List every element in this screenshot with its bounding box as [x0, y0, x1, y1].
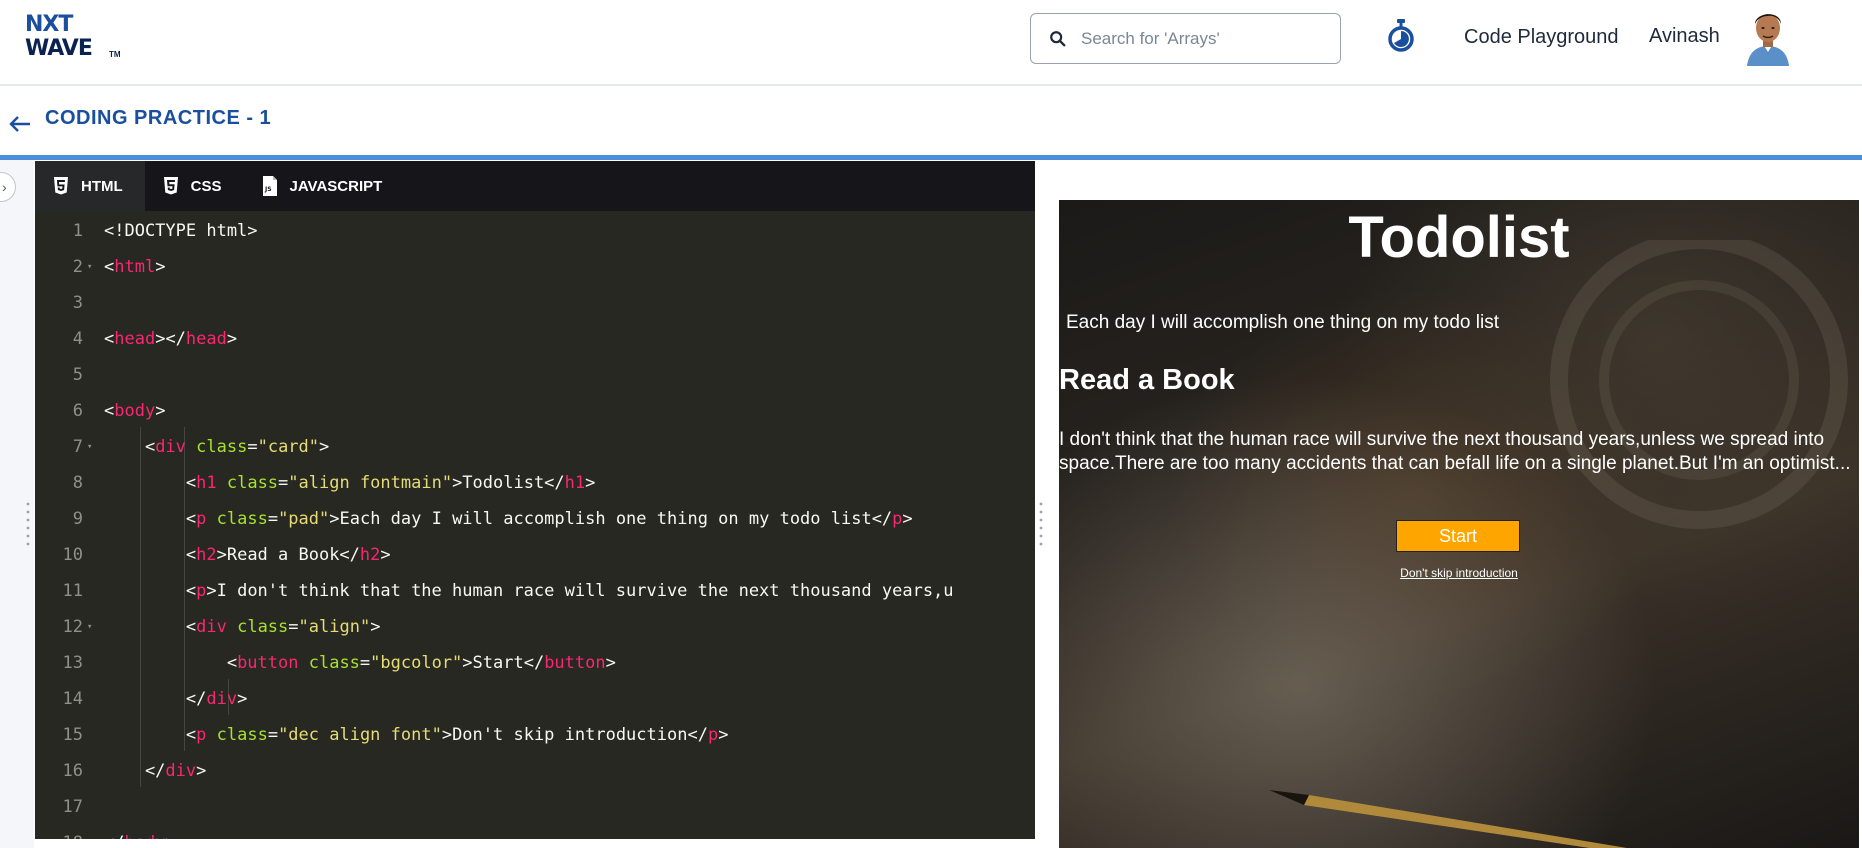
code-line[interactable]: 11 <p>I don't think that the human race … — [35, 573, 1035, 609]
code-text: <h2>Read a Book</h2> — [104, 545, 391, 565]
editor-preview-splitter[interactable] — [1039, 500, 1043, 550]
preview-subtitle: Each day I will accomplish one thing on … — [1066, 312, 1499, 333]
svg-text:JS: JS — [264, 186, 272, 193]
code-text: <p class="dec align font">Don't skip int… — [104, 725, 729, 745]
code-line[interactable]: 7 ▾ <div class="card"> — [35, 429, 1035, 465]
nxtwave-logo[interactable]: NXT WAVE TM — [25, 14, 125, 62]
html5-icon — [54, 177, 68, 195]
line-number: 4 — [72, 329, 83, 349]
logo-line-2: WAVE — [25, 36, 93, 61]
pencil-shape — [1269, 790, 1627, 848]
code-text: <p class="pad">Each day I will accomplis… — [104, 509, 913, 529]
code-line[interactable]: 6 <body> — [35, 393, 1035, 429]
chevron-right-icon: › — [2, 179, 7, 195]
logo-line-1: NXT — [25, 12, 73, 37]
editor-tabs: HTML CSS JS JAVASCRIPT — [35, 161, 1035, 211]
js-file-icon: JS — [262, 176, 277, 196]
line-number: 17 — [62, 797, 83, 817]
code-line[interactable]: 13 <button class="bgcolor">Start</button… — [35, 645, 1035, 681]
fold-caret-icon[interactable]: ▾ — [87, 249, 92, 285]
code-line[interactable]: 2 ▾ <html> — [35, 249, 1035, 285]
code-line[interactable]: 10 <h2>Read a Book</h2> — [35, 537, 1035, 573]
code-text: </div> — [104, 689, 248, 709]
tab-css[interactable]: CSS — [145, 161, 244, 211]
preview-title: Todolist — [1348, 205, 1570, 270]
progress-divider — [0, 155, 1862, 160]
code-line[interactable]: 8 <h1 class="align fontmain">Todolist</h… — [35, 465, 1035, 501]
code-line[interactable]: 3 — [35, 285, 1035, 321]
code-line[interactable]: 4 <head></head> — [35, 321, 1035, 357]
code-line[interactable]: 17 — [35, 789, 1035, 825]
line-number: 9 — [72, 509, 83, 529]
search-input[interactable] — [1079, 27, 1323, 50]
line-number: 16 — [62, 761, 83, 781]
line-number: 12 — [62, 617, 83, 637]
search-icon — [1050, 30, 1066, 46]
output-preview: Todolist Each day I will accomplish one … — [1059, 200, 1859, 848]
code-line[interactable]: 5 — [35, 357, 1035, 393]
username[interactable]: Avinash — [1649, 25, 1720, 48]
preview-paragraph: I don't think that the human race will s… — [1059, 429, 1851, 474]
line-number: 1 — [72, 221, 83, 241]
start-button[interactable]: Start — [1396, 520, 1520, 552]
code-text: <!DOCTYPE html> — [104, 221, 258, 241]
line-number: 8 — [72, 473, 83, 493]
code-text: <html> — [104, 257, 166, 277]
code-playground-link[interactable]: Code Playground — [1464, 26, 1619, 49]
code-area[interactable]: 1 <!DOCTYPE html> 2 ▾ <html> 3 4 <head></head> 5… — [35, 211, 1035, 839]
skip-introduction-link[interactable]: Don't skip introduction — [1059, 566, 1859, 580]
left-drag-handle[interactable] — [26, 500, 30, 550]
logo-trademark: TM — [109, 50, 121, 59]
tab-javascript-label: JAVASCRIPT — [289, 177, 383, 195]
code-line[interactable]: 16 </div> — [35, 753, 1035, 789]
line-number: 2 — [72, 257, 83, 277]
code-text: </div> — [104, 761, 207, 781]
top-navbar: NXT WAVE TM Code Playground Avinash — [0, 0, 1862, 86]
line-number: 13 — [62, 653, 83, 673]
code-text: <h1 class="align fontmain">Todolist</h1> — [104, 473, 596, 493]
tab-javascript[interactable]: JS JAVASCRIPT — [244, 161, 405, 211]
tab-css-label: CSS — [190, 177, 222, 195]
line-number: 18 — [35, 825, 83, 839]
code-text: </body> — [104, 825, 176, 839]
code-text: <head></head> — [104, 329, 238, 349]
line-number: 11 — [62, 581, 83, 601]
line-number: 7 — [72, 437, 83, 457]
line-number: 3 — [72, 293, 83, 313]
tab-html-label: HTML — [81, 177, 123, 195]
fold-caret-icon[interactable]: ▾ — [87, 429, 92, 465]
code-text: <button class="bgcolor">Start</button> — [104, 653, 616, 673]
page-title: CODING PRACTICE - 1 — [45, 107, 272, 129]
camera-lens-shape — [1550, 240, 1848, 529]
sub-header — [0, 86, 1862, 156]
code-text: <p>I don't think that the human race wil… — [104, 581, 954, 601]
code-editor[interactable]: HTML CSS JS JAVASCRIPT 1 <!DOCTYPE html> 2… — [35, 161, 1035, 839]
tab-html[interactable]: HTML — [35, 161, 145, 211]
code-text: <div class="align"> — [104, 617, 381, 637]
code-text: <div class="card"> — [104, 437, 330, 457]
line-number: 15 — [62, 725, 83, 745]
code-line[interactable]: 18 </body> — [35, 825, 1035, 839]
line-number: 6 — [72, 401, 83, 421]
preview-heading: Read a Book — [1059, 364, 1235, 396]
code-line[interactable]: 15 <p class="dec align font">Don't skip … — [35, 717, 1035, 753]
code-text: <body> — [104, 401, 166, 421]
css3-icon — [163, 177, 178, 195]
code-line[interactable]: 14 </div> — [35, 681, 1035, 717]
line-number: 5 — [72, 365, 83, 385]
back-arrow-icon[interactable] — [8, 112, 32, 136]
stopwatch-icon[interactable] — [1385, 18, 1417, 54]
code-line[interactable]: 1 <!DOCTYPE html> — [35, 213, 1035, 249]
code-line[interactable]: 12 ▾ <div class="align"> — [35, 609, 1035, 645]
line-number: 14 — [62, 689, 83, 709]
avatar[interactable] — [1743, 6, 1793, 66]
search-box[interactable] — [1030, 13, 1341, 64]
line-number: 10 — [62, 545, 83, 565]
code-line[interactable]: 9 <p class="pad">Each day I will accompl… — [35, 501, 1035, 537]
fold-caret-icon[interactable]: ▾ — [87, 609, 92, 645]
